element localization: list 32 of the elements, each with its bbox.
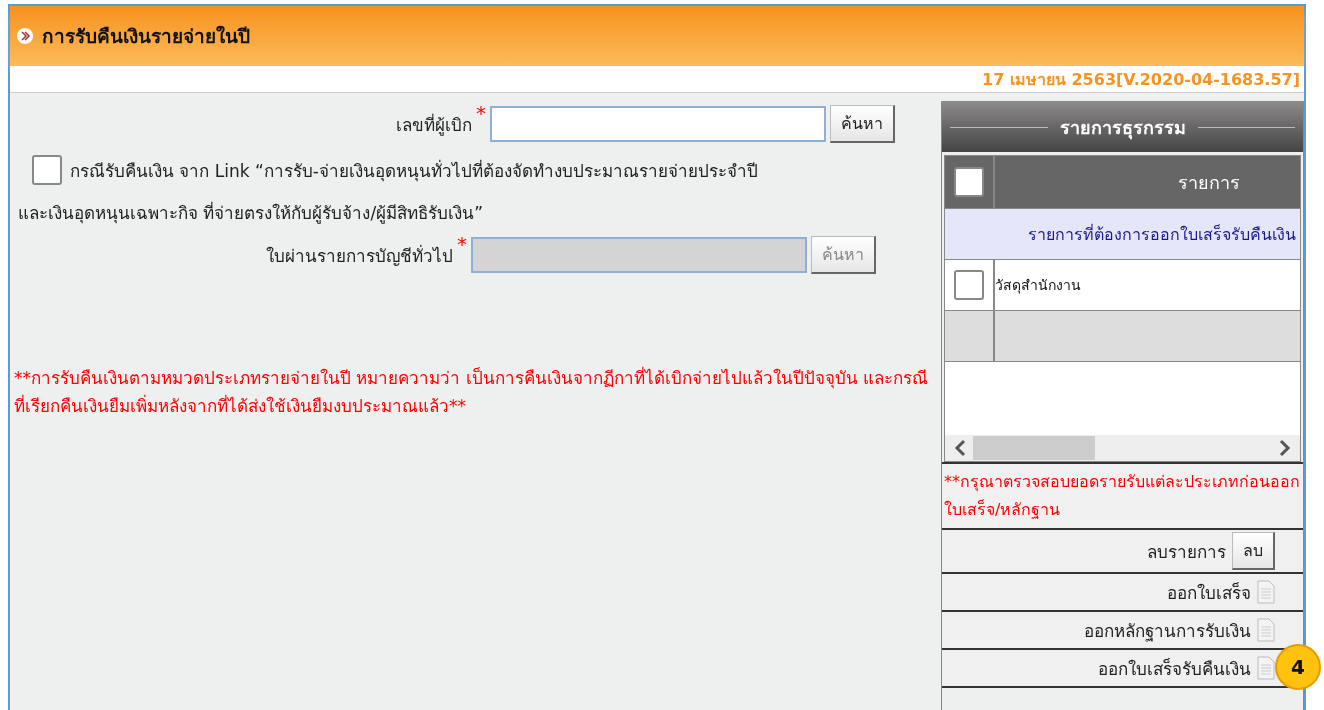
table-cell-text: วัสดุสำนักงาน — [995, 276, 1081, 296]
action-label: ออกหลักฐานการรับเงิน — [1084, 619, 1251, 644]
column-header: รายการ — [1177, 170, 1241, 195]
note-text: **การรับคืนเงินตามหมวดประเภทรายจ่ายในปี หมายความว่า เป็นการคืนเงินจากฏีกาที่ได้เบิกจ่ายไปแล้วในปีปัจจุบัน และกรณีที่เรียกคืนเงินยืมเพิ่มหลังจากที่ได้ส่งใช้เงินยืมงบประมาณแล้ว** — [14, 365, 930, 418]
required-mark: * — [457, 232, 467, 256]
action-label: ออกใบเสร็จ — [1167, 581, 1251, 605]
scrollbar-thumb[interactable] — [973, 436, 1095, 460]
checkbox[interactable] — [954, 270, 984, 300]
checkbox-label: และเงินอุดหนุนเฉพาะกิจ ที่จ่ายตรงให้กับผู้รับจ้าง/ผู้มีสิทธิรับเงิน” — [18, 200, 484, 226]
required-mark: * — [476, 101, 486, 125]
step-badge: 4 — [1275, 644, 1321, 690]
input-field[interactable] — [490, 106, 826, 142]
scroll-left-icon[interactable] — [953, 439, 967, 457]
checkbox[interactable] — [32, 155, 62, 185]
document-icon[interactable] — [1257, 618, 1275, 642]
search-button[interactable]: ค้นหา — [830, 105, 895, 143]
document-icon[interactable] — [1257, 656, 1275, 680]
document-icon[interactable] — [1257, 580, 1275, 604]
action-label: ออกใบเสร็จรับคืนเงิน — [1098, 657, 1251, 681]
page-title: การรับคืนเงินรายจ่ายในปี — [42, 24, 250, 49]
row-label: ลบรายการ — [1147, 540, 1226, 564]
checkbox[interactable] — [954, 167, 984, 197]
group-row: รายการที่ต้องการออกใบเสร็จรับคืนเงิน — [945, 209, 1300, 260]
field-label: เลขที่ผู้เบิก — [396, 112, 472, 138]
delete-button[interactable]: ลบ — [1232, 532, 1275, 570]
panel-title: รายการธุรกรรม — [1059, 115, 1186, 142]
scroll-right-icon[interactable] — [1278, 439, 1292, 457]
checkbox-label: กรณีรับคืนเงิน จาก Link “การรับ-จ่ายเงินอุดหนุนทั่วไปที่ต้องจัดทำงบประมาณรายจ่ายประจำปี — [70, 158, 758, 184]
chevron-icon — [16, 27, 34, 45]
field-label: ใบผ่านรายการบัญชีทั่วไป — [266, 243, 453, 268]
warning-text: **กรุณาตรวจสอบยอดรายรับแต่ละประเภทก่อนออกใบเสร็จ/หลักฐาน — [942, 462, 1303, 530]
version-text: 17 เมษายน 2563[V.2020-04-1683.57] — [982, 69, 1301, 91]
